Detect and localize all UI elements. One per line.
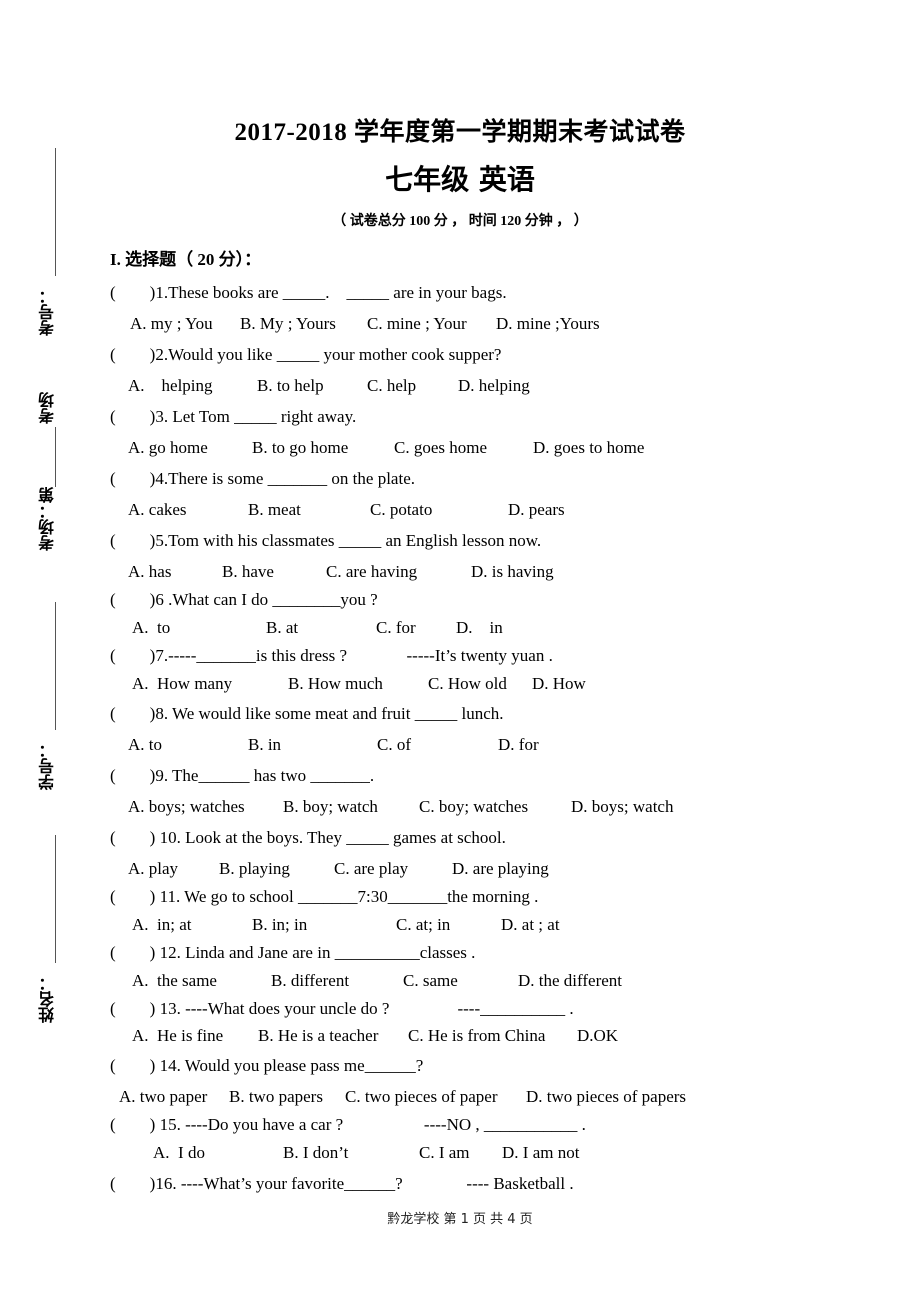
option-a: A. to bbox=[132, 618, 171, 637]
option-d: D. I am not bbox=[502, 1143, 580, 1162]
option-b: B. two papers bbox=[229, 1087, 323, 1106]
option-b: B. How much bbox=[288, 674, 383, 693]
option-d: D. How bbox=[532, 674, 586, 693]
question-stem: ( ) 14. Would you please pass me______? bbox=[110, 1056, 424, 1075]
option-c: C. for bbox=[376, 618, 416, 637]
option-c: C. are having bbox=[326, 562, 418, 581]
option-c: C. I am bbox=[419, 1143, 470, 1162]
option-c: C. at; in bbox=[396, 915, 451, 934]
question-stem: ( )16. ----What’s your favorite______? -… bbox=[110, 1174, 574, 1193]
option-a: A. boys; watches bbox=[128, 797, 245, 816]
option-a: A. to bbox=[128, 735, 162, 754]
page-footer: 黔龙学校 第 1 页 共 4 页 bbox=[387, 1212, 533, 1227]
question-stem: ( ) 10. Look at the boys. They _____ gam… bbox=[110, 828, 506, 847]
option-c: C. of bbox=[377, 735, 411, 754]
question-stem: ( ) 13. ----What does your uncle do ? --… bbox=[110, 999, 574, 1018]
option-a: A. two paper bbox=[119, 1087, 208, 1106]
option-d: D. helping bbox=[458, 376, 530, 395]
exam-room-line bbox=[55, 427, 56, 487]
option-b: B. boy; watch bbox=[283, 797, 378, 816]
option-a: A. I do bbox=[153, 1143, 205, 1162]
option-d: D.OK bbox=[577, 1026, 619, 1045]
option-b: B. playing bbox=[219, 859, 290, 878]
exam-title: 2017-2018 学年度第一学期期末考试试卷 bbox=[234, 119, 686, 146]
question-stem: ( )1.These books are _____. _____ are in… bbox=[110, 283, 507, 302]
question-stem: ( ) 12. Linda and Jane are in __________… bbox=[110, 943, 476, 962]
option-d: D. goes to home bbox=[533, 438, 645, 457]
option-c: C. help bbox=[367, 376, 417, 395]
option-a: A. He is fine bbox=[132, 1026, 224, 1045]
question-stem: ( ) 11. We go to school _______7:30_____… bbox=[110, 887, 539, 906]
question-stem: ( )4.There is some _______ on the plate. bbox=[110, 469, 415, 488]
option-d: D. are playing bbox=[452, 859, 549, 878]
question-stem: ( )2.Would you like _____ your mother co… bbox=[110, 345, 502, 364]
option-b: B. He is a teacher bbox=[258, 1026, 379, 1045]
name-label: 姓名： bbox=[38, 975, 57, 1023]
option-c: C. goes home bbox=[394, 438, 488, 457]
option-a: A. helping bbox=[128, 376, 213, 395]
option-c: C. are play bbox=[334, 859, 409, 878]
option-d: D. is having bbox=[471, 562, 554, 581]
option-c: C. He is from China bbox=[408, 1026, 546, 1045]
option-c: C. same bbox=[403, 971, 458, 990]
option-b: B. meat bbox=[248, 500, 301, 519]
option-c: C. two pieces of paper bbox=[345, 1087, 498, 1106]
option-a: A. go home bbox=[128, 438, 208, 457]
option-a: A. play bbox=[128, 859, 179, 878]
option-d: D. for bbox=[498, 735, 539, 754]
option-d: D. the different bbox=[518, 971, 623, 990]
question-stem: ( )6 .What can I do ________you ? bbox=[110, 590, 378, 609]
option-c: C. mine ; Your bbox=[367, 314, 467, 333]
question-stem: ( )7.-----_______is this dress ? -----It… bbox=[110, 646, 553, 665]
option-a: A. cakes bbox=[128, 500, 187, 519]
exam-no-label: 考号： bbox=[38, 288, 57, 336]
exam-room-prefix-label: 考场：第 bbox=[38, 487, 57, 551]
section-title: I. 选择题（ 20 分）： bbox=[110, 250, 262, 269]
option-d: D. at ; at bbox=[501, 915, 560, 934]
question-stem: ( )3. Let Tom _____ right away. bbox=[110, 407, 357, 426]
option-d: D. pears bbox=[508, 500, 565, 519]
option-a: A. has bbox=[128, 562, 172, 581]
option-d: D. two pieces of papers bbox=[526, 1087, 687, 1106]
student-no-label: 学号： bbox=[38, 742, 57, 790]
option-c: C. How old bbox=[428, 674, 507, 693]
option-b: B. have bbox=[222, 562, 274, 581]
exam-meta: （ 试卷总分 100 分 ， 时间 120 分钟 ， ） bbox=[332, 214, 588, 229]
option-b: B. to go home bbox=[252, 438, 349, 457]
option-d: D. boys; watch bbox=[571, 797, 674, 816]
option-c: C. potato bbox=[370, 500, 433, 519]
student-no-line bbox=[55, 602, 56, 730]
exam-room-suffix-label: 考场 bbox=[38, 392, 57, 424]
option-a: A. my ; You bbox=[130, 314, 213, 333]
option-d: D. mine ;Yours bbox=[496, 314, 600, 333]
option-d: D. in bbox=[456, 618, 503, 637]
name-line bbox=[55, 835, 56, 963]
question-stem: ( )8. We would like some meat and fruit … bbox=[110, 704, 504, 723]
question-stem: ( ) 15. ----Do you have a car ? ----NO ,… bbox=[110, 1115, 586, 1134]
option-b: B. in bbox=[248, 735, 282, 754]
question-stem: ( )9. The______ has two _______. bbox=[110, 766, 375, 785]
option-b: B. I don’t bbox=[283, 1143, 349, 1162]
option-c: C. boy; watches bbox=[419, 797, 529, 816]
option-b: B. to help bbox=[257, 376, 324, 395]
option-a: A. How many bbox=[132, 674, 233, 693]
option-b: B. different bbox=[271, 971, 350, 990]
option-b: B. in; in bbox=[252, 915, 308, 934]
exam-subtitle: 七年级 英语 bbox=[385, 163, 535, 196]
question-stem: ( )5.Tom with his classmates _____ an En… bbox=[110, 531, 542, 550]
option-b: B. My ; Yours bbox=[240, 314, 336, 333]
option-a: A. in; at bbox=[132, 915, 192, 934]
option-b: B. at bbox=[266, 618, 299, 637]
option-a: A. the same bbox=[132, 971, 217, 990]
